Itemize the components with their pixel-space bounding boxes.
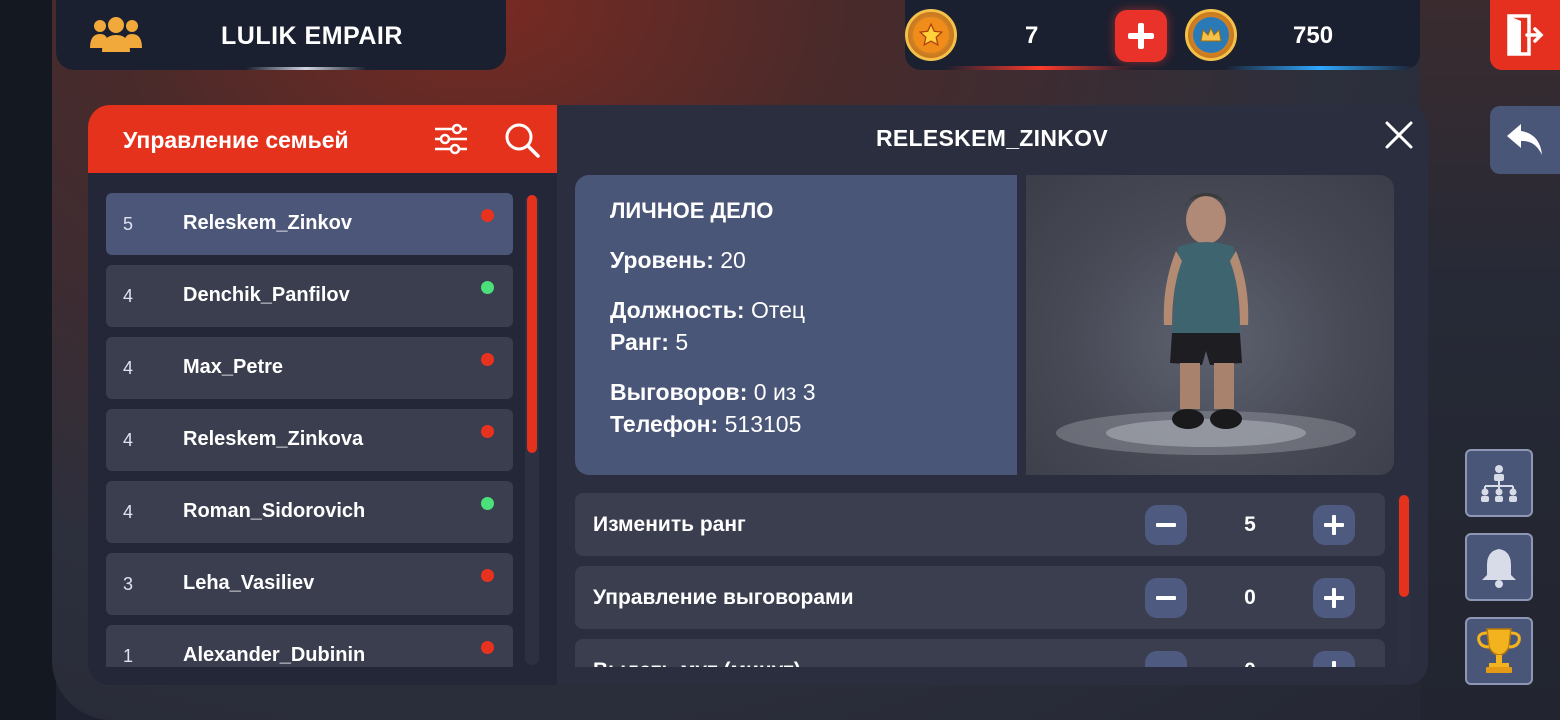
actions-list: Изменить ранг 5 Управление выговорами 0 … bbox=[575, 493, 1385, 667]
rank-line: Ранг: 5 bbox=[610, 329, 688, 356]
warnings-stepper-value: 0 bbox=[1244, 586, 1256, 609]
member-row[interactable]: 4 Releskem_Zinkova bbox=[106, 409, 513, 471]
close-icon[interactable] bbox=[1382, 118, 1416, 152]
action-label: Изменить ранг bbox=[593, 513, 746, 536]
member-list-panel: 5 Releskem_Zinkov 4 Denchik_Panfilov 4 M… bbox=[88, 173, 557, 685]
warnings-label: Выговоров: bbox=[610, 379, 748, 405]
status-dot-offline bbox=[481, 641, 494, 654]
decrease-rank-button[interactable] bbox=[1145, 505, 1187, 545]
action-label: Управление выговорами bbox=[593, 586, 854, 609]
minus-icon bbox=[1156, 596, 1176, 600]
character-model-image bbox=[1056, 193, 1356, 455]
level-label: Уровень: bbox=[610, 247, 714, 273]
member-row[interactable]: 5 Releskem_Zinkov bbox=[106, 193, 513, 255]
plus-icon bbox=[1324, 515, 1344, 535]
status-dot-online bbox=[481, 281, 494, 294]
member-name: Releskem_Zinkova bbox=[183, 428, 364, 450]
rank-label: Ранг: bbox=[610, 329, 669, 355]
status-dot-offline bbox=[481, 353, 494, 366]
member-name: Max_Petre bbox=[183, 356, 284, 378]
member-rank: 4 bbox=[123, 502, 134, 522]
increase-warnings-button[interactable] bbox=[1313, 578, 1355, 618]
crown-coin-icon bbox=[1185, 9, 1237, 61]
bell-icon bbox=[1482, 549, 1516, 588]
back-button[interactable] bbox=[1490, 106, 1560, 174]
minus-icon bbox=[1156, 523, 1176, 527]
left-panel-title: Управление семьей bbox=[123, 127, 349, 153]
mute-row: Выдать мут (минут) 0 bbox=[575, 639, 1385, 667]
member-row[interactable]: 4 Max_Petre bbox=[106, 337, 513, 399]
member-rank: 4 bbox=[123, 286, 134, 306]
plus-icon bbox=[1324, 588, 1344, 608]
stars-value: 7 bbox=[1025, 22, 1039, 49]
trophy-button[interactable] bbox=[1465, 617, 1533, 685]
star-coin-icon bbox=[905, 9, 957, 61]
status-dot-offline bbox=[481, 209, 494, 222]
position-label: Должность: bbox=[610, 297, 745, 323]
exit-door-icon bbox=[1507, 14, 1544, 56]
rank-value: 5 bbox=[675, 329, 689, 355]
phone-line: Телефон: 513105 bbox=[610, 411, 801, 438]
member-name: Alexander_Dubinin bbox=[183, 644, 366, 666]
member-list: 5 Releskem_Zinkov 4 Denchik_Panfilov 4 M… bbox=[106, 193, 513, 667]
family-header: LULIK EMPAIR bbox=[56, 0, 506, 70]
member-row[interactable]: 3 Leha_Vasiliev bbox=[106, 553, 513, 615]
card-title: ЛИЧНОЕ ДЕЛО bbox=[610, 198, 774, 223]
member-name: Releskem_Zinkov bbox=[183, 212, 352, 234]
add-currency-button[interactable] bbox=[1115, 10, 1167, 62]
member-name: Denchik_Panfilov bbox=[183, 284, 350, 306]
back-arrow-icon bbox=[1507, 124, 1542, 155]
hierarchy-button[interactable] bbox=[1465, 449, 1533, 517]
character-preview bbox=[1026, 175, 1394, 475]
trophy-icon bbox=[1477, 628, 1521, 673]
action-label: Выдать мут (минут) bbox=[593, 659, 801, 667]
filter-icon[interactable] bbox=[433, 123, 469, 155]
left-panel-header: Управление семьей bbox=[88, 105, 557, 173]
exit-button[interactable] bbox=[1490, 0, 1560, 70]
level-line: Уровень: 20 bbox=[610, 247, 746, 274]
status-dot-offline bbox=[481, 425, 494, 438]
warnings-row: Управление выговорами 0 bbox=[575, 566, 1385, 629]
decrease-mute-button[interactable] bbox=[1145, 651, 1187, 667]
member-row[interactable]: 1 Alexander_Dubinin bbox=[106, 625, 513, 667]
member-rank: 4 bbox=[123, 430, 134, 450]
member-row[interactable]: 4 Roman_Sidorovich bbox=[106, 481, 513, 543]
phone-value: 513105 bbox=[724, 411, 802, 437]
member-row[interactable]: 4 Denchik_Panfilov bbox=[106, 265, 513, 327]
family-name: LULIK EMPAIR bbox=[221, 22, 403, 50]
change-rank-row: Изменить ранг 5 bbox=[575, 493, 1385, 556]
status-dot-online bbox=[481, 497, 494, 510]
actions-scroll-thumb[interactable] bbox=[1399, 495, 1409, 597]
position-value: Отец bbox=[750, 297, 806, 323]
minus-icon bbox=[1154, 659, 1178, 667]
status-dot-offline bbox=[481, 569, 494, 582]
phone-label: Телефон: bbox=[610, 411, 719, 437]
member-rank: 3 bbox=[123, 574, 134, 594]
member-rank: 5 bbox=[123, 214, 134, 234]
rank-stepper-value: 5 bbox=[1244, 513, 1256, 536]
increase-rank-button[interactable] bbox=[1313, 505, 1355, 545]
personal-file-card: ЛИЧНОЕ ДЕЛО Уровень: 20 Должность: Отец … bbox=[575, 175, 1017, 475]
currency-bar: 7 750 bbox=[905, 0, 1420, 70]
decrease-warnings-button[interactable] bbox=[1145, 578, 1187, 618]
level-value: 20 bbox=[720, 247, 746, 273]
member-list-scroll-thumb[interactable] bbox=[527, 195, 537, 453]
member-rank: 4 bbox=[123, 358, 134, 378]
notifications-button[interactable] bbox=[1465, 533, 1533, 601]
family-icon bbox=[90, 17, 142, 52]
mute-stepper-value: 0 bbox=[1187, 659, 1313, 667]
member-rank: 1 bbox=[123, 646, 134, 666]
plus-icon bbox=[1332, 661, 1336, 667]
plus-icon bbox=[1128, 23, 1154, 49]
hierarchy-icon bbox=[1481, 465, 1517, 502]
member-name: Leha_Vasiliev bbox=[183, 572, 315, 594]
search-icon[interactable] bbox=[503, 121, 541, 159]
position-line: Должность: Отец bbox=[610, 297, 805, 324]
increase-mute-button[interactable] bbox=[1313, 651, 1355, 667]
warnings-line: Выговоров: 0 из 3 bbox=[610, 379, 816, 406]
profile-name: RELESKEM_ZINKOV bbox=[876, 125, 1108, 151]
warnings-value: 0 из 3 bbox=[753, 379, 816, 405]
member-name: Roman_Sidorovich bbox=[183, 500, 366, 522]
crowns-value: 750 bbox=[1293, 22, 1334, 49]
